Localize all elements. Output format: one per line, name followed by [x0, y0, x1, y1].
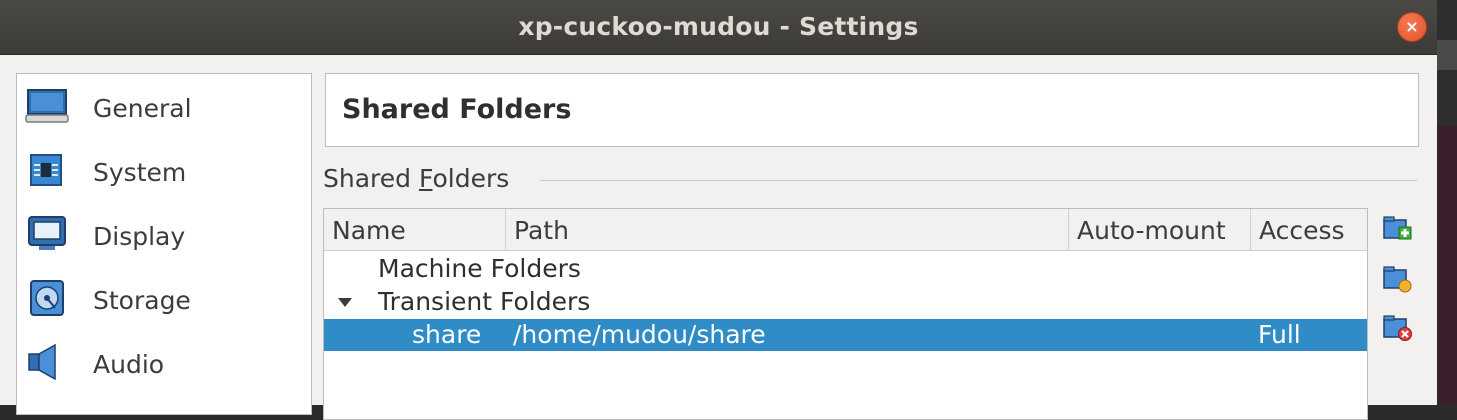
window-title: xp-cuckoo-mudou - Settings: [518, 12, 919, 41]
edit-shared-folder-button[interactable]: [1381, 264, 1413, 294]
group-label-rest: olders: [432, 164, 510, 193]
shared-folders-group-label: Shared Folders: [323, 164, 509, 193]
tree-group-transient-folders[interactable]: Transient Folders: [324, 286, 1367, 318]
table-row[interactable]: share /home/mudou/share Full: [324, 319, 1367, 351]
page-header: Shared Folders: [325, 73, 1419, 147]
column-header-auto-mount[interactable]: Auto-mount: [1069, 209, 1251, 250]
remove-shared-folder-button[interactable]: [1381, 313, 1413, 343]
sidebar-item-display[interactable]: Display: [17, 206, 311, 266]
table-header: Name Path Auto-mount Access: [324, 209, 1367, 251]
tree-group-label: Transient Folders: [378, 287, 591, 316]
sidebar-item-system[interactable]: System: [17, 142, 311, 202]
tree-group-label: Machine Folders: [378, 254, 581, 283]
folder-edit-icon: [1381, 266, 1413, 298]
cell-name: share: [412, 320, 482, 349]
folder-add-icon: [1381, 216, 1413, 248]
page-title: Shared Folders: [342, 94, 572, 125]
display-icon: [25, 214, 69, 254]
group-divider: [540, 180, 1417, 181]
tree-group-machine-folders[interactable]: Machine Folders: [324, 253, 1367, 285]
desktop-background: [1436, 0, 1457, 405]
sidebar-item-storage[interactable]: Storage: [17, 270, 311, 330]
title-bar[interactable]: xp-cuckoo-mudou - Settings ×: [0, 0, 1437, 55]
column-header-path[interactable]: Path: [506, 209, 1069, 250]
add-shared-folder-button[interactable]: [1381, 214, 1413, 244]
sidebar-item-label: Display: [93, 222, 186, 251]
settings-sidebar: General System Display Storage Audio: [16, 73, 312, 415]
general-icon: [25, 86, 69, 126]
audio-icon: [25, 342, 69, 382]
folder-remove-icon: [1381, 315, 1413, 347]
settings-window: xp-cuckoo-mudou - Settings × General Sys…: [0, 0, 1437, 420]
sidebar-item-label: General: [93, 94, 192, 123]
desktop-panel-item: [1436, 40, 1457, 70]
sidebar-item-label: Storage: [93, 286, 191, 315]
sidebar-item-label: System: [93, 158, 187, 187]
sidebar-item-audio[interactable]: Audio: [17, 334, 311, 394]
group-label-mnemonic: F: [418, 164, 433, 193]
storage-icon: [25, 278, 69, 318]
close-button[interactable]: ×: [1397, 12, 1427, 42]
column-header-access[interactable]: Access: [1251, 209, 1367, 250]
cell-path: /home/mudou/share: [513, 320, 766, 349]
system-icon: [25, 150, 69, 190]
shared-folders-table[interactable]: Name Path Auto-mount Access Machine Fold…: [323, 208, 1368, 420]
group-label-prefix: Shared: [323, 164, 419, 193]
expand-arrow-icon[interactable]: [338, 298, 352, 307]
column-header-name[interactable]: Name: [324, 209, 506, 250]
sidebar-item-general[interactable]: General: [17, 78, 311, 138]
sidebar-item-label: Audio: [93, 350, 165, 379]
cell-access: Full: [1258, 320, 1301, 349]
